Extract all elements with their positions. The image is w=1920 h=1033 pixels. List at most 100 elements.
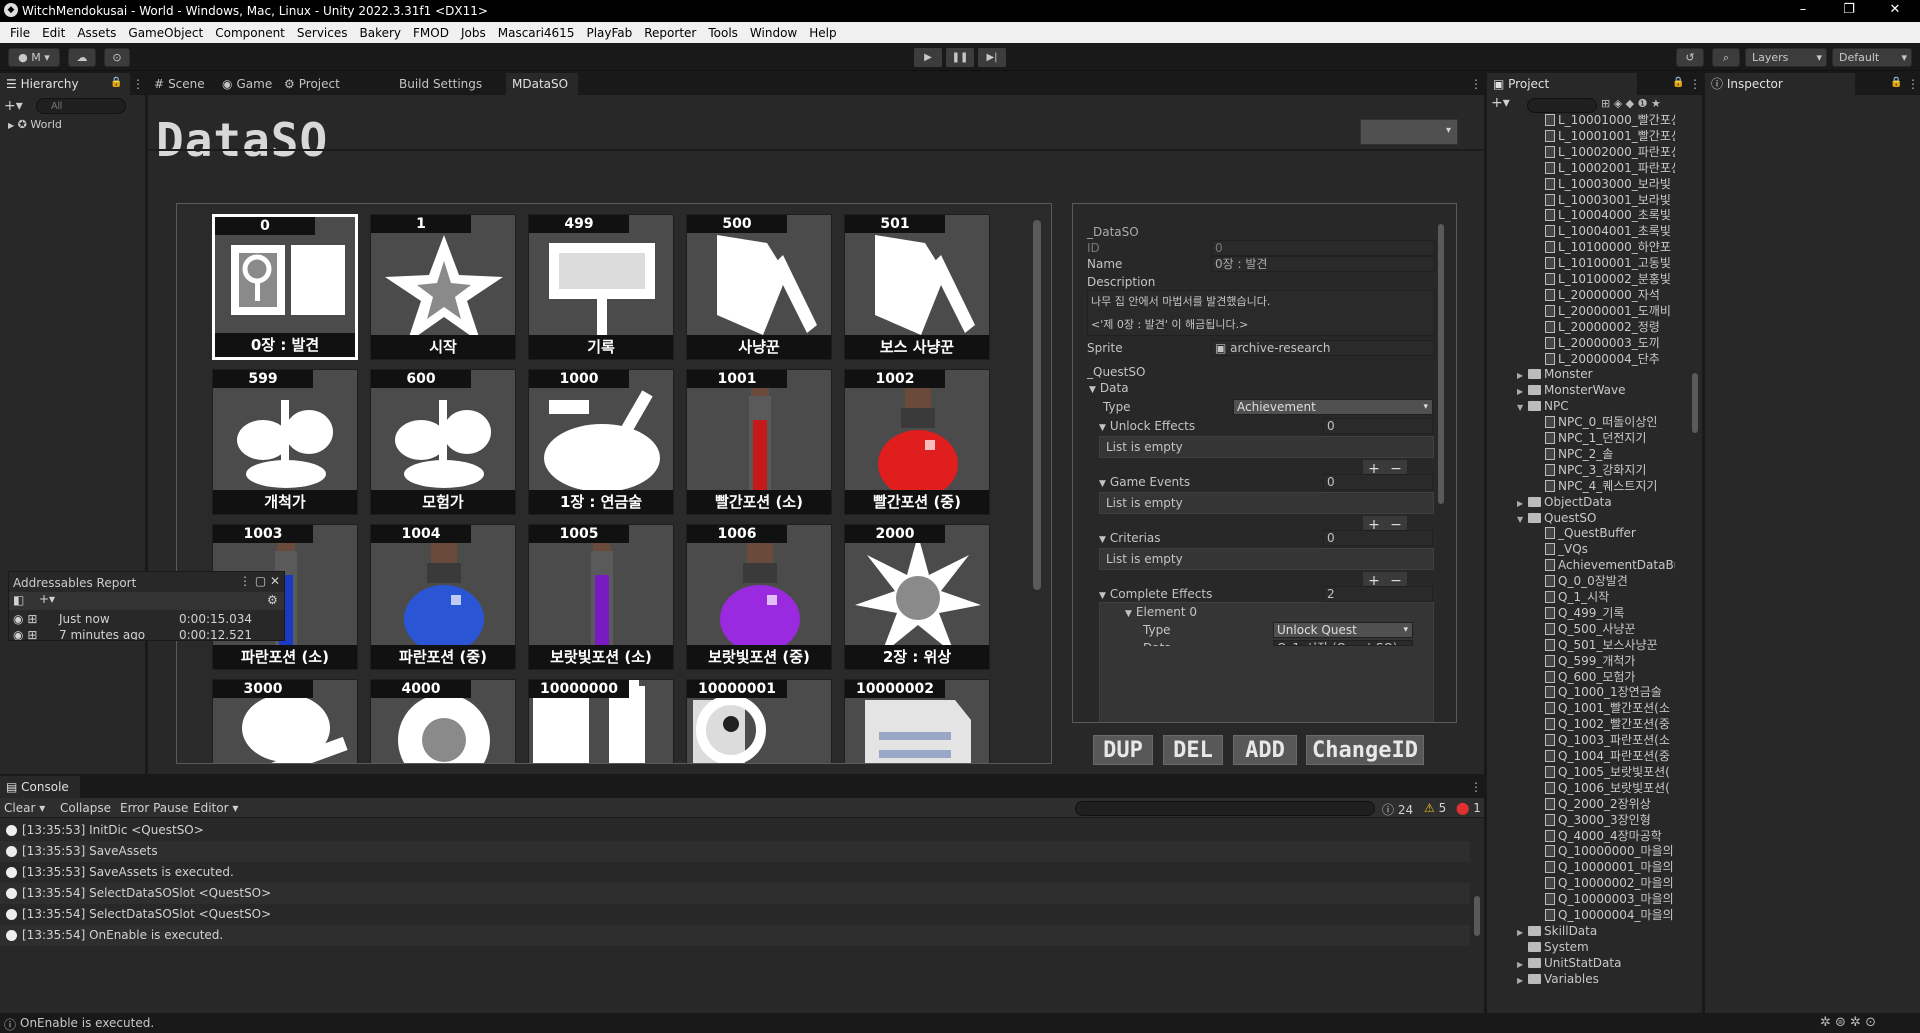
project-asset[interactable]: Q_1004_파란포션(중 [1545, 749, 1675, 764]
project-asset[interactable]: L_10004000_초록빛 [1545, 208, 1675, 223]
close-button[interactable]: ✕ [1872, 0, 1918, 22]
menu-item-file[interactable]: File [4, 26, 36, 40]
project-asset[interactable]: L_10100000_하얀포 [1545, 240, 1675, 255]
project-asset[interactable]: Q_599_개척가 [1545, 654, 1675, 669]
project-asset[interactable]: Q_10000000_마을의 [1545, 844, 1675, 859]
hierarchy-menu-icon[interactable]: ⋮ [132, 77, 144, 91]
project-asset[interactable]: AchievementDataBuffer [1545, 558, 1675, 573]
data-slot[interactable]: 2000 2장 : 위상 [844, 524, 990, 670]
console-log-row[interactable]: [13:35:54] SelectDataSOSlot <QuestSO> [0, 904, 1470, 925]
project-folder[interactable]: ▶ Monster [1517, 367, 1647, 382]
project-asset[interactable]: NPC_2_솔 [1545, 447, 1675, 462]
data-slot[interactable]: 600 모험가 [370, 369, 516, 515]
grid-scrollbar[interactable] [1033, 220, 1041, 590]
project-asset[interactable]: L_10100002_분홍빛 [1545, 272, 1675, 287]
project-asset[interactable]: NPC_0_떠돌이상인 [1545, 415, 1675, 430]
hierarchy-search-input[interactable] [36, 98, 126, 114]
cloud-icon[interactable]: ☁ [68, 48, 96, 67]
history-icon[interactable]: ↺ [1676, 48, 1704, 67]
element-data-field[interactable]: Q_1_시작 (Quest SO) [1273, 640, 1413, 646]
data-slot[interactable]: 1006 보랏빛포션 (중) [686, 524, 832, 670]
addressables-window-controls[interactable]: ⋮ ▢ ✕ [239, 574, 280, 588]
project-asset[interactable]: L_10002001_파란포션 [1545, 161, 1675, 176]
type-filter-dropdown[interactable]: ▾ [1360, 119, 1458, 145]
project-asset[interactable]: Q_10000003_마을의 [1545, 892, 1675, 907]
project-asset[interactable]: _QuestBuffer [1545, 526, 1675, 541]
console-log-row[interactable]: [13:35:53] InitDic <QuestSO> [0, 820, 1470, 841]
project-asset[interactable]: Q_1_시작 [1545, 590, 1675, 605]
menu-item-jobs[interactable]: Jobs [455, 26, 492, 40]
warning-count-badge[interactable]: ⚠ 5 [1424, 801, 1446, 815]
menu-item-tools[interactable]: Tools [702, 26, 744, 40]
layout-dropdown[interactable]: Default ▾ [1832, 48, 1912, 67]
data-slot[interactable]: 10000002 [844, 679, 990, 763]
data-slot[interactable]: 501 보스 사냥꾼 [844, 214, 990, 360]
data-slot[interactable]: 500 사냥꾼 [686, 214, 832, 360]
game-events-count-field[interactable]: 0 [1323, 474, 1433, 490]
tab-mdataso[interactable]: MDataSO [506, 73, 578, 95]
data-slot[interactable]: 10000001 [686, 679, 832, 763]
expand-arrow-icon[interactable]: ▶ [1517, 496, 1525, 510]
menu-item-bakery[interactable]: Bakery [354, 26, 408, 40]
project-folder[interactable]: ▼ QuestSO [1517, 511, 1647, 526]
project-asset[interactable]: Q_1006_보랏빛포션( [1545, 781, 1675, 796]
project-asset[interactable]: L_10003001_보라빛 [1545, 193, 1675, 208]
expand-arrow-icon[interactable]: ▼ [1517, 400, 1525, 414]
data-slot[interactable]: 599 개척가 [212, 369, 358, 515]
project-folder[interactable]: ▶ Variables [1517, 972, 1647, 987]
add-icon[interactable]: +▾ [39, 592, 55, 606]
element-type-dropdown[interactable]: Unlock Quest ▾ [1273, 622, 1413, 638]
status-icons[interactable]: ✲ ⊜ ✲ ⊙ [1820, 1015, 1876, 1030]
menu-item-edit[interactable]: Edit [36, 26, 71, 40]
menu-item-assets[interactable]: Assets [71, 26, 122, 40]
project-search-input[interactable] [1527, 98, 1597, 113]
settings-icon[interactable]: ⚙ [267, 593, 278, 607]
lock-icon[interactable]: 🔒 [1890, 77, 1902, 88]
project-asset[interactable]: NPC_1_던전지기 [1545, 431, 1675, 446]
minimize-button[interactable]: – [1780, 0, 1826, 22]
tab-project[interactable]: ▣ Project [1487, 73, 1637, 95]
data-foldout[interactable]: ▼ Data [1089, 380, 1129, 396]
expand-arrow-icon[interactable]: ▼ [1517, 512, 1525, 526]
game-events-foldout[interactable]: ▼ Game Events [1099, 474, 1190, 490]
project-asset[interactable]: Q_600_모험가 [1545, 670, 1675, 685]
add-button[interactable]: ADD [1233, 735, 1297, 765]
expand-arrow-icon[interactable]: ▶ [8, 121, 14, 130]
menu-item-gameobject[interactable]: GameObject [122, 26, 209, 40]
data-slot[interactable]: 1 시작 [370, 214, 516, 360]
project-asset[interactable]: L_20000003_도끼 [1545, 336, 1675, 351]
change-id-button[interactable]: ChangeID [1306, 735, 1424, 765]
project-asset[interactable]: Q_1003_파란포션(소 [1545, 733, 1675, 748]
data-slot[interactable]: 1001 빨간포션 (소) [686, 369, 832, 515]
lock-icon[interactable]: 🔒 [110, 77, 122, 88]
console-log-row[interactable]: [13:35:53] SaveAssets [0, 841, 1470, 862]
add-icon[interactable]: +▾ [4, 98, 23, 114]
project-asset[interactable]: L_20000004_단추 [1545, 352, 1675, 367]
collapse-button[interactable]: Collapse [60, 801, 111, 815]
data-slot[interactable]: 3000 [212, 679, 358, 763]
project-folder[interactable]: ▶ UnitStatData [1517, 956, 1647, 971]
console-log-row[interactable]: [13:35:53] SaveAssets is executed. [0, 862, 1470, 883]
project-asset[interactable]: Q_10000002_마을의 [1545, 876, 1675, 891]
console-log-row[interactable]: [13:35:54] OnEnable is executed. [0, 925, 1470, 946]
log-count-badge[interactable]: ⓘ 24 [1382, 801, 1413, 818]
pause-button[interactable]: ❚❚ [946, 48, 974, 67]
project-asset[interactable]: Q_10000004_마을의 [1545, 908, 1675, 923]
sprite-field[interactable]: ▣ archive-research [1211, 340, 1435, 356]
console-menu-icon[interactable]: ⋮ [1470, 780, 1482, 794]
project-folder[interactable]: ▶ MonsterWave [1517, 383, 1647, 398]
project-asset[interactable]: Q_1005_보랏빛포션( [1545, 765, 1675, 780]
project-asset[interactable]: Q_2000_2장위상 [1545, 797, 1675, 812]
project-asset[interactable]: Q_3000_3장인형 [1545, 813, 1675, 828]
project-menu-icon[interactable]: ⋮ [1689, 77, 1701, 91]
data-slot[interactable]: 1000 1장 : 연금술 [528, 369, 674, 515]
tab-build-settings[interactable]: Build Settings [393, 73, 499, 95]
expand-arrow-icon[interactable]: ▶ [1517, 925, 1525, 939]
error-pause-button[interactable]: Error Pause [120, 801, 188, 815]
data-slot[interactable]: 4000 [370, 679, 516, 763]
lock-icon[interactable]: 🔒 [1672, 77, 1684, 88]
unlock-effects-foldout[interactable]: ▼ Unlock Effects [1099, 418, 1195, 434]
project-asset[interactable]: Q_0_0장발견 [1545, 574, 1675, 589]
project-asset[interactable]: L_20000001_도깨비 [1545, 304, 1675, 319]
project-asset[interactable]: L_10001000_빨간포션 [1545, 113, 1675, 128]
